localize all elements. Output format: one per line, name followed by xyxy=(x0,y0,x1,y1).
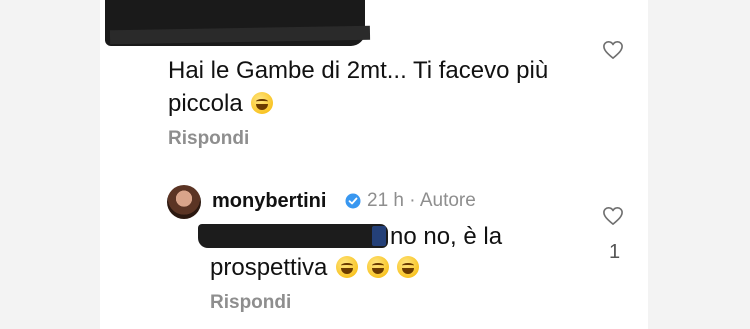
like-count: 1 xyxy=(609,241,621,263)
reply-text-line-1: no no, è la xyxy=(390,223,503,250)
laughing-emoji-icon xyxy=(397,256,420,278)
reply-button[interactable]: Rispondi xyxy=(168,128,249,150)
mention-link-fragment xyxy=(372,226,386,246)
comment-meta: 21 h · Autore xyxy=(367,190,476,212)
heart-outline-icon[interactable] xyxy=(602,40,624,60)
username[interactable]: monybertini xyxy=(212,190,326,213)
avatar[interactable] xyxy=(167,185,201,219)
timestamp: 21 h xyxy=(367,190,404,211)
redacted-mention xyxy=(198,224,388,248)
verified-badge-icon xyxy=(345,193,361,209)
author-tag: Autore xyxy=(419,190,476,211)
meta-separator: · xyxy=(409,190,416,211)
heart-outline-icon[interactable] xyxy=(602,206,624,226)
reply-text-line-2: prospettiva xyxy=(210,254,420,282)
laughing-emoji-icon xyxy=(251,92,274,114)
reply-button[interactable]: Rispondi xyxy=(210,292,291,314)
comment-text: Hai le Gambe di 2mt... Ti facevo più pic… xyxy=(168,57,549,117)
laughing-emoji-icon xyxy=(336,256,359,278)
laughing-emoji-icon xyxy=(366,256,389,278)
